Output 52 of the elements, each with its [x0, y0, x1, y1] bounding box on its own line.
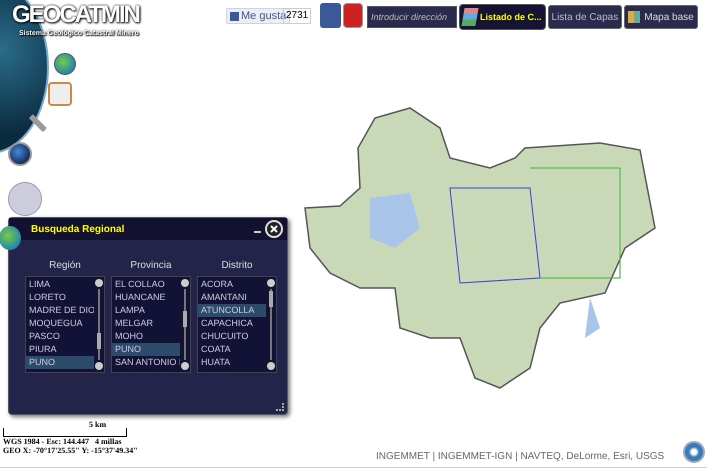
scale-label: 5 km [89, 420, 108, 429]
scale-label: 4 millas [95, 437, 122, 446]
scroll-up-icon[interactable] [95, 279, 103, 287]
list-item[interactable]: CHUCUITO [198, 330, 266, 343]
video-icon[interactable] [343, 3, 363, 28]
coordinates-text: GEO X: -70°17'25.55" Y: -15°37'49.34" [3, 446, 138, 455]
list-item[interactable]: HUANCANE [112, 291, 180, 304]
list-item[interactable]: PASCO [26, 330, 94, 343]
attribution-text: INGEMMET | INGEMMET-IGN | NAVTEQ, DeLorme, Esri, USGS [376, 451, 664, 462]
scroll-thumb[interactable] [183, 311, 187, 327]
scroll-down-icon[interactable] [181, 362, 189, 370]
list-item[interactable]: AMANTANI [198, 291, 266, 304]
layers-button[interactable]: Lista de Capas [548, 5, 622, 29]
column-heading: Distrito [220, 260, 254, 271]
layer-list-button[interactable]: Listado de C... [459, 4, 546, 30]
list-item[interactable]: PUNO [112, 343, 180, 356]
column-heading: Región [48, 260, 82, 271]
close-icon[interactable] [270, 225, 278, 233]
scroll-down-icon[interactable] [95, 362, 103, 370]
scroll-down-icon[interactable] [267, 362, 275, 370]
globe-icon[interactable] [54, 53, 76, 75]
list-item[interactable]: MOQUEGUA [26, 317, 94, 330]
help-icon[interactable] [8, 142, 32, 166]
projection-text: WGS 1984 - Esc: 144.447 [3, 437, 89, 446]
list-item[interactable]: MELGAR [112, 317, 180, 330]
list-item[interactable]: PIURA [26, 343, 94, 356]
list-item[interactable]: CAPACHICA [198, 317, 266, 330]
logo-icon[interactable] [683, 441, 705, 463]
address-field[interactable]: Introducir dirección [367, 6, 457, 28]
list-item[interactable]: ACORA [198, 278, 266, 291]
facebook-icon [230, 12, 239, 20]
list-item[interactable]: LIMA [26, 278, 94, 291]
scroll-thumb[interactable] [269, 291, 273, 307]
list-item[interactable]: LORETO [26, 291, 94, 304]
scroll-up-icon[interactable] [181, 279, 189, 287]
resize-grip-icon[interactable] [276, 403, 284, 411]
scroll-up-icon[interactable] [267, 279, 275, 287]
list-item[interactable]: MOHO [112, 330, 180, 343]
list-item[interactable]: PUNO [26, 356, 94, 369]
list-item[interactable]: ATUNCOLLA [198, 304, 266, 317]
basemap-button[interactable]: Mapa base [624, 5, 698, 29]
grid-icon [628, 11, 640, 23]
close-button[interactable] [265, 220, 283, 238]
column-heading: Provincia [129, 260, 173, 271]
list-item[interactable]: EL COLLAO [112, 278, 180, 291]
list-item[interactable]: COATA [198, 343, 266, 356]
layers-icon [461, 8, 479, 26]
panel-title: Busqueda Regional [31, 224, 126, 234]
scroll-thumb[interactable] [97, 333, 101, 349]
list-item[interactable]: LAMPA [112, 304, 180, 317]
list-item[interactable]: HUATA [198, 356, 266, 369]
globe-icon [0, 226, 21, 250]
